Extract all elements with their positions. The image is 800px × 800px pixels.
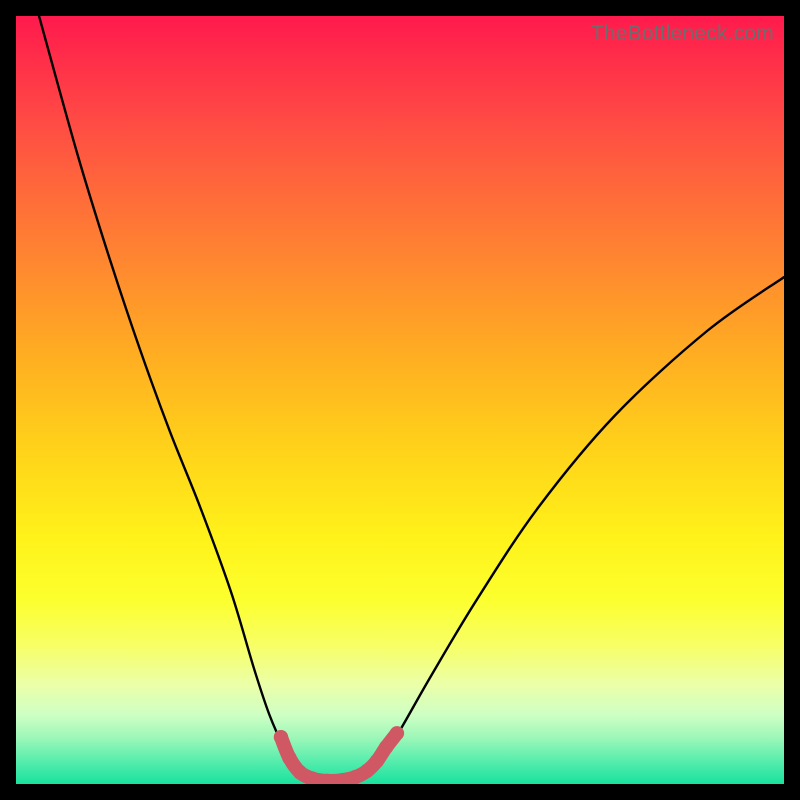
optimal-range-joint [282, 751, 296, 765]
optimal-range-joint [274, 730, 288, 744]
optimal-range-joint [293, 765, 307, 779]
curve-layer [16, 16, 784, 784]
chart-stage: TheBottleneck.com [0, 0, 800, 800]
optimal-range-joint [370, 754, 384, 768]
gradient-plot-area: TheBottleneck.com [16, 16, 784, 784]
bottleneck-curve [39, 16, 784, 781]
optimal-range-joint [379, 740, 393, 754]
optimal-range-joint [390, 726, 404, 740]
